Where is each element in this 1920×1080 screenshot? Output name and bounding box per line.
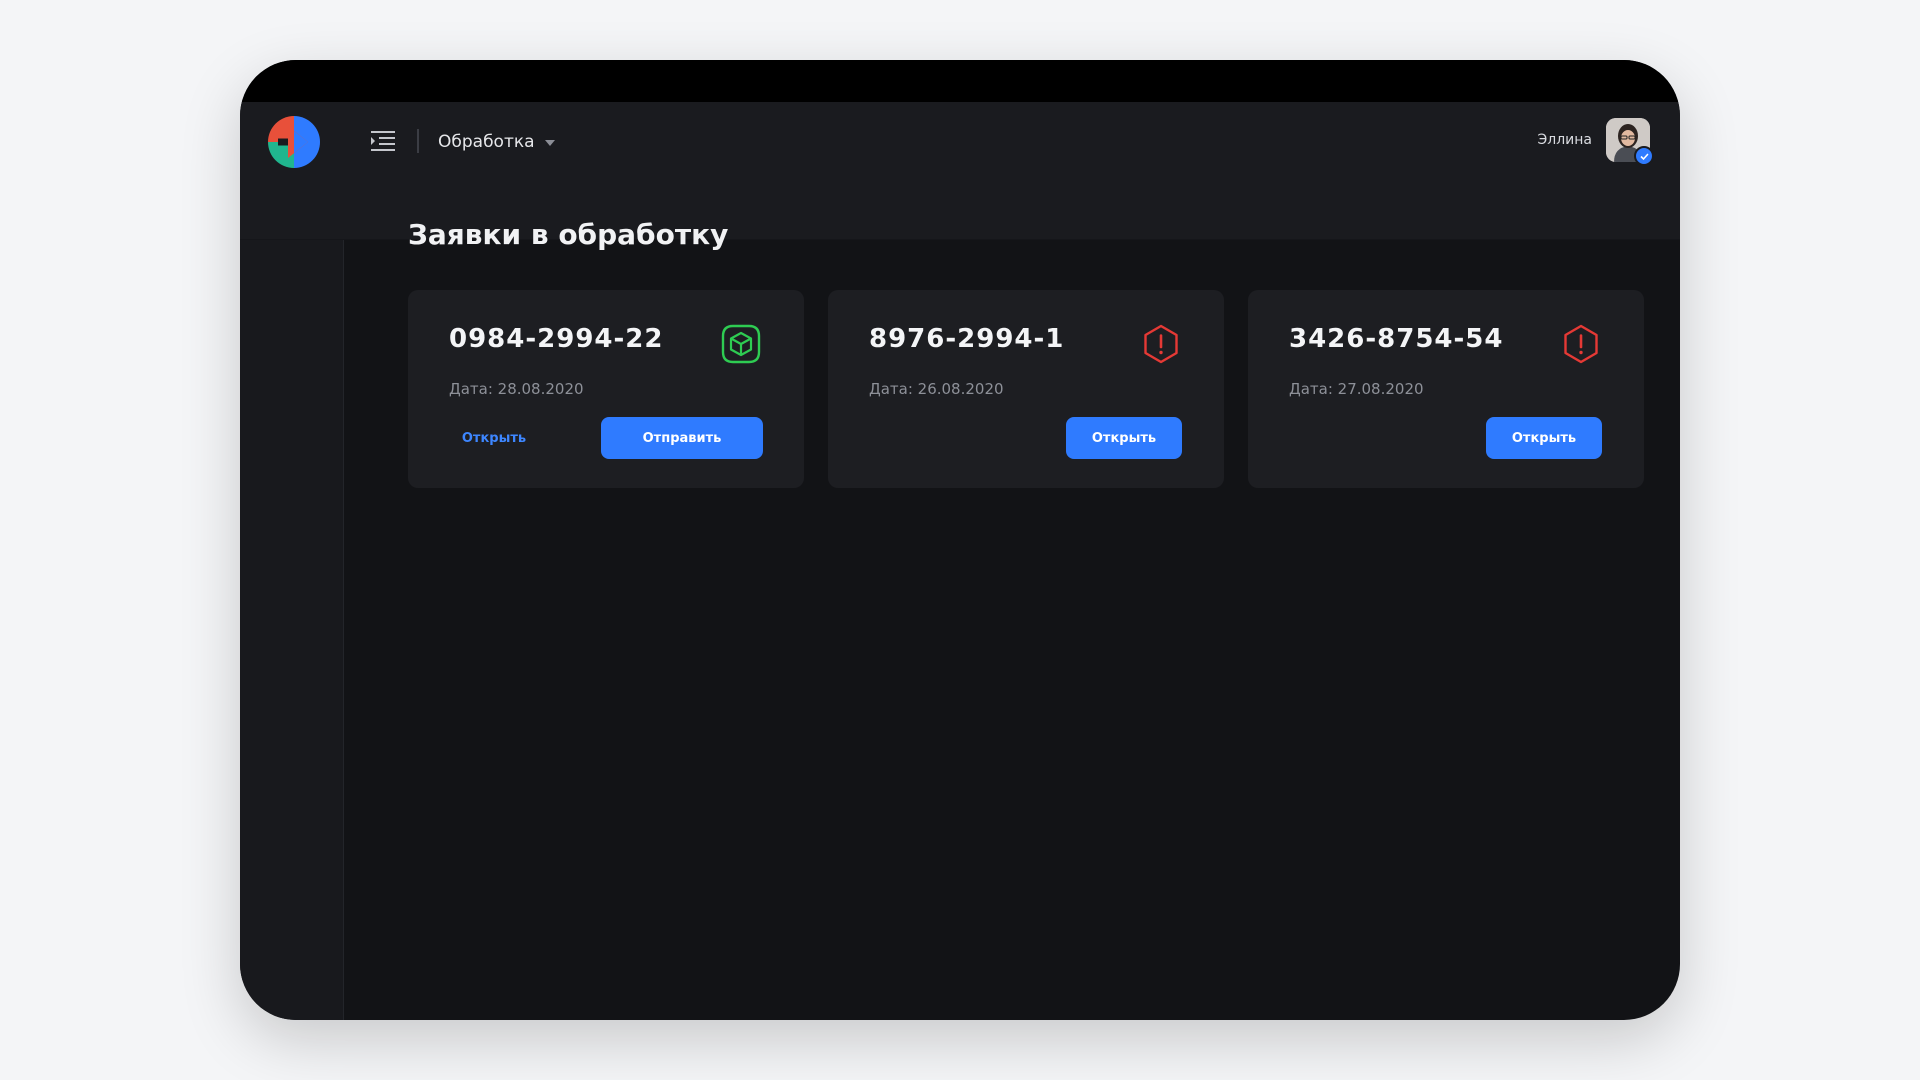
request-cards: 0984-2994-22 Дата: 28.08.2020 Открыть От… [408, 290, 1644, 488]
open-button[interactable]: Открыть [449, 417, 539, 459]
section-dropdown-label: Обработка [438, 132, 535, 152]
verified-badge-icon [1634, 146, 1654, 166]
app-logo[interactable] [268, 116, 320, 168]
menu-icon [371, 131, 395, 151]
send-button[interactable]: Отправить [601, 417, 763, 459]
request-date: Дата: 27.08.2020 [1289, 380, 1424, 398]
request-card: 3426-8754-54 Дата: 27.08.2020 Открыть [1248, 290, 1644, 488]
avatar[interactable] [1606, 118, 1654, 166]
chevron-down-icon [544, 140, 555, 146]
open-button[interactable]: Открыть [1066, 417, 1182, 459]
logo-icon [268, 116, 320, 168]
request-card: 8976-2994-1 Дата: 26.08.2020 Открыть [828, 290, 1224, 488]
page-title: Заявки в обработку [408, 218, 729, 251]
user-menu[interactable]: Эллина [1537, 118, 1654, 166]
app-window: Обработка Эллина Заявки в обработку 0984… [240, 60, 1680, 1020]
warning-hexagon-icon [1140, 323, 1182, 365]
menu-toggle-button[interactable] [370, 130, 396, 152]
box-icon [720, 323, 762, 365]
request-date: Дата: 26.08.2020 [869, 380, 1004, 398]
open-button[interactable]: Открыть [1486, 417, 1602, 459]
request-number: 3426-8754-54 [1289, 324, 1504, 354]
request-number: 0984-2994-22 [449, 324, 664, 354]
request-date: Дата: 28.08.2020 [449, 380, 584, 398]
request-card: 0984-2994-22 Дата: 28.08.2020 Открыть От… [408, 290, 804, 488]
warning-hexagon-icon [1560, 323, 1602, 365]
request-number: 8976-2994-1 [869, 324, 1065, 354]
sidebar [240, 240, 344, 1020]
section-dropdown[interactable]: Обработка [438, 124, 555, 160]
header-divider [417, 129, 419, 153]
status-strip [240, 60, 1680, 102]
user-name: Эллина [1537, 132, 1592, 148]
